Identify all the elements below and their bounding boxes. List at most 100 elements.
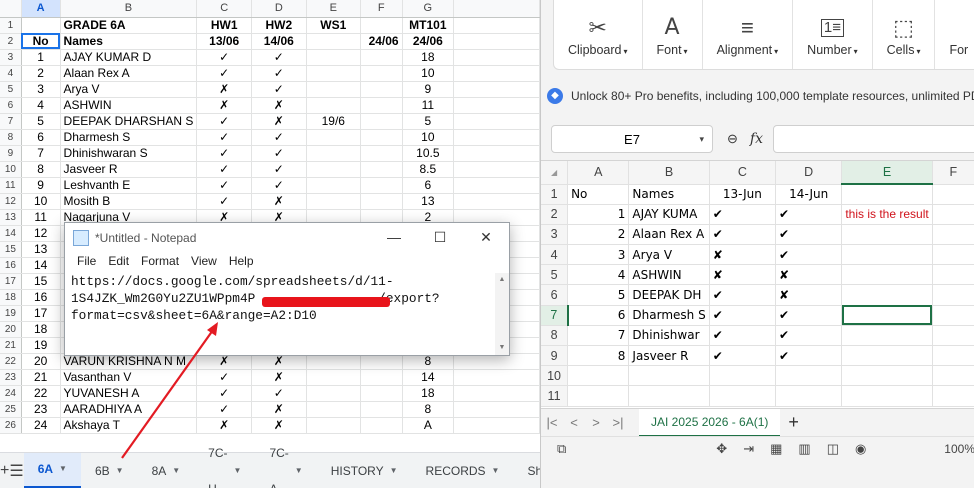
table-cell[interactable]: 18 [402, 385, 455, 402]
table-cell[interactable]: 12 [21, 225, 61, 242]
table-cell[interactable]: 1 [21, 49, 61, 66]
table-cell[interactable]: ✗ [251, 417, 307, 434]
table-cell[interactable]: ✓ [196, 401, 252, 418]
table-cell[interactable]: 18 [402, 49, 455, 66]
table-cell[interactable] [775, 365, 843, 387]
table-cell[interactable] [841, 184, 933, 205]
table-cell[interactable]: 19 [21, 337, 61, 354]
table-cell[interactable]: No [21, 33, 61, 50]
table-cell[interactable]: DEEPAK DH [628, 284, 710, 306]
notepad-window[interactable]: *Untitled - Notepad — ☐ ✕ File Edit Form… [64, 222, 510, 356]
table-cell[interactable] [453, 385, 540, 402]
table-cell[interactable] [306, 97, 361, 114]
sheet-tab[interactable]: 6A ▼ [23, 452, 81, 488]
table-cell[interactable]: 18 [21, 321, 61, 338]
table-cell[interactable]: A [402, 417, 455, 434]
table-cell[interactable]: ✗ [251, 193, 307, 210]
table-cell[interactable] [841, 365, 933, 387]
table-cell[interactable]: ✓ [251, 81, 307, 98]
table-cell[interactable]: 8.5 [402, 161, 455, 178]
table-cell[interactable] [453, 81, 540, 98]
table-cell[interactable]: 11 [402, 97, 455, 114]
scroll-up-icon[interactable]: ▲ [495, 273, 509, 287]
row-header[interactable]: 4 [0, 65, 22, 82]
table-cell[interactable]: AJAY KUMA [628, 204, 710, 225]
table-cell[interactable]: Names [60, 33, 198, 50]
fx-icon[interactable]: fx [750, 131, 763, 147]
table-cell[interactable]: 7 [567, 325, 630, 347]
row-header[interactable]: 20 [0, 321, 22, 338]
table-cell[interactable]: Arya V [628, 244, 710, 266]
ribbon-clipboard[interactable]: ✂ Clipboard ▾ [554, 0, 643, 69]
table-cell[interactable] [932, 325, 974, 347]
table-cell[interactable]: ✗ [251, 113, 307, 130]
table-cell[interactable] [306, 369, 361, 386]
table-cell[interactable] [360, 385, 403, 402]
table-cell[interactable] [360, 193, 403, 210]
table-cell[interactable]: 20 [21, 353, 61, 370]
table-cell[interactable]: 6 [402, 177, 455, 194]
table-cell[interactable] [360, 81, 403, 98]
table-cell[interactable]: 8 [567, 345, 630, 367]
table-cell[interactable]: ✔ [775, 244, 843, 266]
ribbon-formulas[interactable]: For [935, 0, 974, 69]
ribbon-font[interactable]: A Font ▾ [643, 0, 703, 69]
table-cell[interactable] [932, 264, 974, 286]
table-cell[interactable]: 13-Jun [709, 184, 777, 205]
table-cell[interactable]: ✘ [709, 244, 777, 266]
table-cell[interactable] [306, 49, 361, 66]
table-cell[interactable] [306, 177, 361, 194]
table-cell[interactable] [709, 385, 777, 407]
result-annotation[interactable]: this is the result [841, 204, 933, 225]
table-cell[interactable]: 21 [21, 369, 61, 386]
table-cell[interactable] [932, 385, 974, 407]
table-cell[interactable]: ✔ [709, 305, 777, 326]
table-cell[interactable]: 15 [21, 273, 61, 290]
row-header[interactable]: 11 [541, 385, 569, 407]
column-header[interactable]: D [251, 0, 307, 18]
row-header[interactable]: 2 [541, 204, 569, 225]
table-cell[interactable] [567, 385, 630, 407]
spreadsheet-grid[interactable]: ◢ A B C D E F 1 No Names 13-Jun 14-Jun 2 1 AJAY KUMA ✔ ✔… [541, 161, 974, 407]
table-cell[interactable]: 6 [567, 305, 630, 326]
chevron-down-icon[interactable]: ▼ [492, 453, 500, 488]
table-cell[interactable]: ✔ [775, 345, 843, 367]
row-header[interactable]: 16 [0, 257, 22, 274]
table-cell[interactable] [453, 33, 540, 50]
table-cell[interactable]: 6 [21, 129, 61, 146]
row-header[interactable]: 3 [541, 224, 569, 246]
sheet-tab[interactable]: 7C-A ▼ [255, 446, 316, 488]
table-cell[interactable] [709, 365, 777, 387]
column-header[interactable]: D [775, 161, 843, 185]
row-header[interactable]: 9 [541, 345, 569, 367]
table-cell[interactable] [567, 365, 630, 387]
first-sheet-icon[interactable]: |< [541, 415, 563, 430]
table-cell[interactable]: MT101 [402, 17, 455, 34]
sheet-tab[interactable]: 8A ▼ [138, 453, 195, 488]
table-cell[interactable]: Names [628, 184, 710, 205]
table-cell[interactable] [932, 184, 974, 205]
table-cell[interactable] [453, 417, 540, 434]
table-cell[interactable]: 3 [21, 81, 61, 98]
table-cell[interactable] [841, 284, 933, 306]
table-cell[interactable]: 2 [21, 65, 61, 82]
close-icon[interactable]: ✕ [463, 229, 509, 246]
table-cell[interactable] [453, 65, 540, 82]
table-cell[interactable] [932, 284, 974, 306]
table-cell[interactable]: 14-Jun [775, 184, 843, 205]
sheet-tab[interactable]: 6B ▼ [81, 453, 138, 488]
table-cell[interactable]: 5 [402, 113, 455, 130]
next-sheet-icon[interactable]: > [585, 415, 607, 430]
corner-cell[interactable] [0, 0, 22, 18]
table-cell[interactable] [453, 129, 540, 146]
table-cell[interactable] [628, 365, 710, 387]
table-cell[interactable]: 10 [402, 129, 455, 146]
table-cell[interactable]: ✗ [196, 81, 252, 98]
table-cell[interactable]: ✘ [775, 264, 843, 286]
table-cell[interactable] [841, 264, 933, 286]
row-header[interactable]: 5 [0, 81, 22, 98]
table-cell[interactable]: 11 [21, 209, 61, 226]
ribbon-cells[interactable]: ⬚ Cells ▾ [873, 0, 936, 69]
page-icon[interactable]: ⧉ [557, 441, 566, 457]
table-cell[interactable]: ✗ [251, 401, 307, 418]
